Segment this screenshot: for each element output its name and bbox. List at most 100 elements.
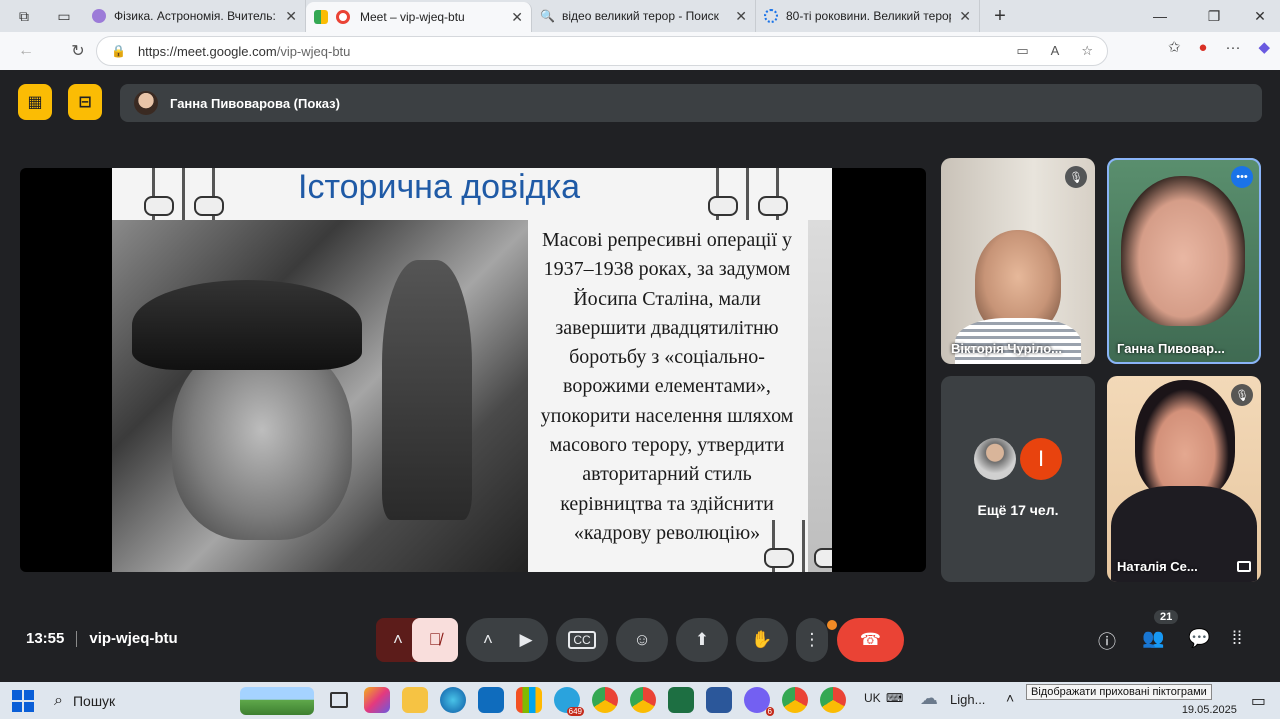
tab-title: відео великий терор - Поиск	[562, 9, 719, 23]
favorites-icon[interactable]: ✩	[1168, 38, 1181, 56]
windows-start-icon[interactable]	[12, 689, 34, 712]
tab-actions-icon[interactable]: ▭	[52, 4, 76, 28]
recording-icon	[336, 10, 350, 24]
slide-title: Історична довідка	[298, 168, 581, 206]
show-hidden-icons-chevron-icon[interactable]: ˄	[1006, 690, 1014, 706]
tab-title: Фізика. Астрономія. Вчитель: Бер	[114, 9, 277, 23]
camera-icon: ▶	[519, 630, 533, 649]
clock-date[interactable]: 19.05.2025	[1182, 704, 1237, 716]
more-participants-tile[interactable]: I Ещё 17 чел.	[941, 376, 1095, 582]
chrome-app-icon[interactable]	[782, 687, 808, 713]
chat-icon[interactable]: 💬	[1188, 628, 1210, 649]
browser-tab-terror[interactable]: 80-ті роковини. Великий терор ✕	[756, 0, 980, 32]
weather-label[interactable]: Ligh...	[950, 692, 985, 707]
taskbar-search-label: Пошук	[72, 693, 116, 709]
language-indicator[interactable]: UK	[864, 691, 881, 705]
pin-presentation-button[interactable]: ⊟	[68, 84, 102, 120]
portrait-cap	[132, 280, 362, 370]
reload-icon[interactable]: ↻	[62, 35, 94, 67]
chrome-icon[interactable]	[592, 687, 618, 713]
participant-tile[interactable]: 🎙 Наталія Се...	[1107, 376, 1261, 582]
excel-icon[interactable]	[668, 687, 694, 713]
file-explorer-icon[interactable]	[402, 687, 428, 713]
url-field[interactable]: 🔒 https://meet.google.com/vip-wjeq-btu ▭…	[96, 36, 1108, 66]
keyboard-icon[interactable]: ⌨	[886, 691, 903, 705]
notification-icon[interactable]: ▭	[1251, 691, 1266, 711]
slide: Історична довідка Масові репресивні опер…	[112, 168, 832, 572]
present-screen-button[interactable]: ⬆	[676, 618, 728, 662]
viber-badge: 6	[765, 707, 774, 716]
layout-icon: ▦	[27, 94, 43, 111]
worker-figure	[382, 260, 472, 520]
chrome-app-icon[interactable]	[820, 687, 846, 713]
copilot-app-icon[interactable]	[364, 687, 390, 713]
reactions-button[interactable]: ☺	[616, 618, 668, 662]
lock-icon[interactable]: 🔒	[111, 44, 126, 58]
copilot-icon[interactable]: ◆	[1258, 38, 1270, 56]
picture-in-picture-icon[interactable]	[1237, 561, 1251, 572]
participant-video	[1121, 176, 1245, 326]
more-menu-icon[interactable]: ···	[1225, 39, 1240, 56]
participant-video	[1135, 380, 1235, 500]
taskbar-search[interactable]: ⌕ Пошук	[44, 686, 314, 716]
browser-tab-physics[interactable]: Фізика. Астрономія. Вчитель: Бер ✕	[84, 0, 306, 32]
participant-tile[interactable]: 🎙 Вікторія Чуріло...	[941, 158, 1095, 364]
word-icon[interactable]	[706, 687, 732, 713]
task-view-icon[interactable]	[330, 692, 348, 708]
back-arrow-icon[interactable]: ←	[10, 35, 42, 67]
close-window-icon[interactable]: ✕	[1248, 4, 1272, 28]
raise-hand-button[interactable]: ✋	[736, 618, 788, 662]
edge-icon[interactable]	[440, 687, 466, 713]
historical-photo	[112, 220, 528, 572]
telegram-badge: 649	[566, 707, 584, 716]
meeting-details-icon[interactable]: ⓘ	[1098, 628, 1116, 654]
presentation-stage[interactable]: Історична довідка Масові репресивні опер…	[20, 168, 926, 572]
hang-up-icon: ☎	[859, 630, 882, 649]
participant-name: Ганна Пивовар...	[1117, 341, 1225, 356]
mic-off-icon: 🎙	[1231, 384, 1253, 406]
captions-icon: CC	[568, 631, 596, 649]
more-options-button[interactable]: ⋮	[796, 618, 828, 662]
close-icon[interactable]: ✕	[951, 8, 971, 25]
portrait-face	[172, 340, 352, 540]
taskbar-apps: 649 6	[326, 687, 846, 716]
tooltip: Відображати приховані піктограми	[1026, 684, 1212, 700]
activities-icon[interactable]: ⁞⁞	[1232, 628, 1242, 649]
workspaces-icon[interactable]: ⧉	[12, 4, 36, 28]
loading-favicon-icon	[764, 9, 778, 23]
minimize-icon[interactable]: —	[1148, 4, 1172, 28]
camera-permission-icon[interactable]: ▭	[1016, 43, 1028, 59]
captions-button[interactable]: CC	[556, 618, 608, 662]
participant-tile[interactable]: ••• Ганна Пивовар...	[1107, 158, 1261, 364]
close-icon[interactable]: ✕	[727, 8, 747, 25]
extension-icon[interactable]: ●	[1198, 39, 1207, 56]
outlook-icon[interactable]	[478, 687, 504, 713]
read-aloud-icon[interactable]: A	[1051, 43, 1060, 59]
camera-toggle-button[interactable]: ▶	[504, 618, 548, 662]
restore-icon[interactable]: ❐	[1202, 4, 1226, 28]
bars-hands-decoration	[752, 520, 832, 572]
new-tab-icon[interactable]: +	[988, 4, 1012, 28]
browser-tab-meet[interactable]: Meet – vip-wjeq-btu ✕	[306, 2, 532, 32]
microphone-toggle-button[interactable]: 🎙̸	[412, 618, 458, 662]
viber-icon[interactable]: 6	[744, 687, 774, 716]
leave-call-button[interactable]: ☎	[837, 618, 904, 662]
layout-button[interactable]: ▦	[18, 84, 52, 120]
chrome-profile-icon[interactable]	[630, 687, 656, 713]
store-icon[interactable]	[516, 687, 542, 713]
telegram-icon[interactable]: 649	[554, 687, 584, 716]
presenter-banner: Ганна Пивоварова (Показ)	[120, 84, 1262, 122]
avatar	[134, 91, 158, 115]
chevron-up-icon: ˄	[483, 630, 493, 649]
participant-name: Вікторія Чуріло...	[951, 341, 1063, 356]
people-icon[interactable]: 👥	[1142, 628, 1164, 649]
more-vertical-icon: ⋮	[803, 630, 821, 649]
browser-tab-search[interactable]: 🔍 відео великий терор - Поиск ✕	[532, 0, 756, 32]
close-icon[interactable]: ✕	[277, 8, 297, 25]
close-icon[interactable]: ✕	[503, 9, 523, 26]
weather-icon[interactable]: ☁	[920, 688, 938, 709]
mic-off-icon: 🎙	[1065, 166, 1087, 188]
search-highlight-image	[240, 687, 314, 715]
search-favicon-icon: 🔍	[540, 9, 555, 23]
favorite-star-icon[interactable]: ☆	[1081, 43, 1093, 59]
